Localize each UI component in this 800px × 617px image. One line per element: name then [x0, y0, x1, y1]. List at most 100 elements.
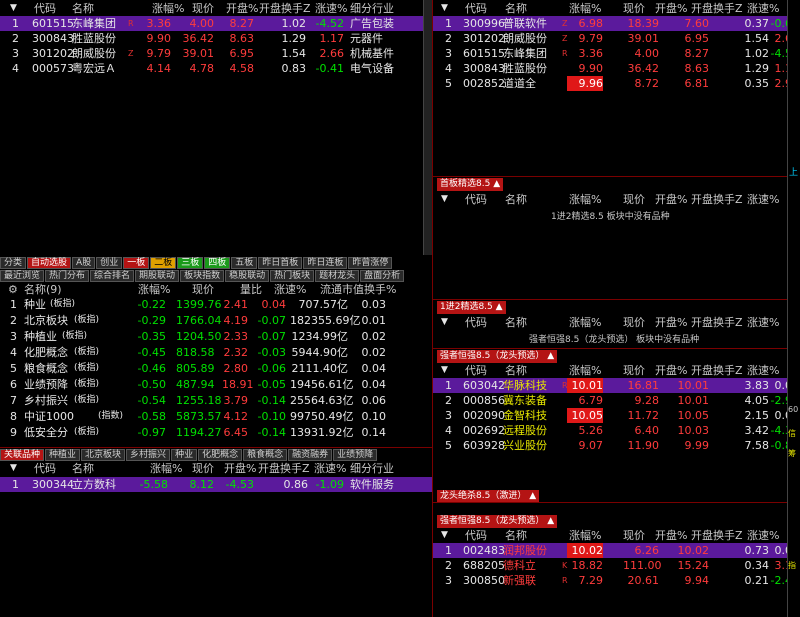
col-turn[interactable]: 换手%: [364, 282, 396, 297]
sector-name[interactable]: 化肥概念: [24, 345, 68, 360]
section-title-one-two[interactable]: 1进2精选8.5 ▲: [437, 301, 506, 314]
tab-item[interactable]: 热门板块: [270, 270, 315, 282]
table-row[interactable]: 1002483润邦股份10.026.2610.020.730.00: [433, 543, 787, 558]
table-row[interactable]: 4 化肥概念 (板指) -0.45 818.58 2.32 -0.03 5944.90亿 0.0…: [0, 345, 432, 360]
table-row[interactable]: 1300996普联软件Z6.9818.397.600.37-0.64: [433, 16, 787, 31]
tab-item[interactable]: 三板: [177, 257, 204, 269]
col-price[interactable]: 现价: [192, 1, 214, 16]
sort-triangle-icon[interactable]: ▼: [441, 315, 448, 330]
tab-item[interactable]: 种植业: [45, 449, 81, 461]
col-chg[interactable]: 涨幅%: [152, 1, 184, 16]
col-price[interactable]: 现价: [192, 282, 214, 297]
tab-item[interactable]: 分类: [0, 257, 27, 269]
col-code[interactable]: 代码: [465, 528, 487, 543]
stock-code[interactable]: 603042: [463, 378, 505, 393]
stock-code[interactable]: 000856: [463, 393, 505, 408]
stock-name[interactable]: 润邦股份: [503, 543, 547, 558]
table-row[interactable]: 3 种植业 (板指) -0.35 1204.50 2.33 -0.07 1234.99亿 0.0…: [0, 329, 432, 344]
col-name[interactable]: 名称: [505, 363, 527, 378]
col-price[interactable]: 现价: [623, 528, 645, 543]
col-open[interactable]: 开盘%: [655, 192, 687, 207]
table-row[interactable]: 3601515东峰集团R3.364.008.271.02-4.52: [433, 46, 787, 61]
stock-code[interactable]: 300344: [32, 477, 74, 492]
col-code[interactable]: 代码: [34, 461, 56, 476]
tab-item[interactable]: 创业: [96, 257, 123, 269]
gear-icon[interactable]: ⚙: [8, 282, 18, 297]
scrollbar[interactable]: [423, 0, 432, 255]
col-open[interactable]: 开盘%: [655, 528, 687, 543]
tab-item[interactable]: 期股联动: [135, 270, 180, 282]
sort-triangle-icon[interactable]: ▼: [10, 1, 17, 16]
table-row[interactable]: 6 业绩预降 (板指) -0.50 487.94 18.91 -0.05 19456.61亿 0…: [0, 377, 432, 392]
col-chg[interactable]: 涨幅%: [569, 1, 601, 16]
tab-item[interactable]: 最近浏览: [0, 270, 45, 282]
col-chg[interactable]: 涨幅%: [569, 192, 601, 207]
stock-name[interactable]: 新强联: [503, 573, 536, 588]
stock-name[interactable]: 冀东装备: [503, 393, 547, 408]
table-row[interactable]: 4002692远程股份5.266.4010.033.42-4.32: [433, 423, 787, 438]
tab-item[interactable]: 化肥概念: [198, 449, 243, 461]
table-row[interactable]: 2 300843 胜蓝股份 9.90 36.42 8.63 1.29 1.17 元器件: [0, 31, 432, 46]
sort-triangle-icon[interactable]: ▼: [441, 1, 448, 16]
col-speed[interactable]: 涨速%: [747, 315, 779, 330]
col-speed[interactable]: 涨速%: [747, 363, 779, 378]
stock-code[interactable]: 300850: [463, 573, 505, 588]
tab-item[interactable]: 盘面分析: [360, 270, 405, 282]
col-price[interactable]: 现价: [623, 1, 645, 16]
col-code[interactable]: 代码: [465, 363, 487, 378]
stock-name[interactable]: 东峰集团: [72, 16, 116, 31]
col-cap[interactable]: 流通市值: [320, 282, 364, 297]
sort-triangle-icon[interactable]: ▼: [441, 363, 448, 378]
stock-code[interactable]: 603928: [463, 438, 505, 453]
table-row[interactable]: 3300850新强联R7.2920.619.940.21-2.48: [433, 573, 787, 588]
col-turn[interactable]: 开盘换手Z: [691, 315, 743, 330]
col-chg[interactable]: 涨幅%: [569, 315, 601, 330]
sort-triangle-icon[interactable]: ▼: [441, 192, 448, 207]
col-turn[interactable]: 开盘换手Z: [691, 363, 743, 378]
tab-item[interactable]: 种业: [171, 449, 198, 461]
table-row[interactable]: 4300843胜蓝股份9.9036.428.631.291.17: [433, 61, 787, 76]
col-industry[interactable]: 细分行业: [350, 1, 394, 16]
section-title-strong[interactable]: 强者恒强8.5（龙头预选） ▲: [437, 350, 558, 363]
stock-name[interactable]: 胜蓝股份: [72, 31, 116, 46]
col-speed[interactable]: 涨速%: [747, 1, 779, 16]
col-open[interactable]: 开盘%: [655, 1, 687, 16]
table-row[interactable]: 2 北京板块 (板指) -0.29 1766.04 4.19 -0.07 182355.69亿…: [0, 313, 432, 328]
stock-name[interactable]: 远程股份: [503, 423, 547, 438]
section-title-first-board[interactable]: 首板精选8.5 ▲: [437, 178, 504, 191]
tab-item[interactable]: 一板: [123, 257, 150, 269]
col-turn[interactable]: 开盘换手Z: [691, 1, 743, 16]
col-chg[interactable]: 涨幅%: [569, 528, 601, 543]
tab-item[interactable]: 融资融券: [288, 449, 333, 461]
table-row[interactable]: 2688205德科立K18.82111.0015.240.343.18: [433, 558, 787, 573]
col-name[interactable]: 名称: [72, 1, 94, 16]
stock-code[interactable]: 002852: [463, 76, 505, 91]
tab-item[interactable]: A股: [72, 257, 96, 269]
col-code[interactable]: 代码: [465, 192, 487, 207]
sector-name[interactable]: 种植业: [24, 329, 57, 344]
col-chg[interactable]: 涨幅%: [569, 363, 601, 378]
col-price[interactable]: 现价: [623, 315, 645, 330]
col-name[interactable]: 名称: [505, 192, 527, 207]
stock-name[interactable]: 兴业股份: [503, 438, 547, 453]
stock-code[interactable]: 300843: [32, 31, 74, 46]
col-speed[interactable]: 涨速%: [315, 1, 347, 16]
tab-item[interactable]: 昨日连板: [303, 257, 348, 269]
col-speed[interactable]: 涨速%: [747, 528, 779, 543]
stock-code[interactable]: 000573: [32, 61, 74, 76]
tab-item[interactable]: 粮食概念: [243, 449, 288, 461]
table-row[interactable]: 1 601515 东峰集团 R 3.36 4.00 8.27 1.02 -4.52 广告包装: [0, 16, 432, 31]
stock-code[interactable]: 301202: [32, 46, 74, 61]
sector-name[interactable]: 粮食概念: [24, 361, 68, 376]
col-speed[interactable]: 涨速%: [314, 461, 346, 476]
col-name[interactable]: 名称: [505, 1, 527, 16]
stock-name[interactable]: 朗威股份: [503, 31, 547, 46]
tab-item[interactable]: 综合排名: [90, 270, 135, 282]
sort-triangle-icon[interactable]: ▼: [441, 528, 448, 543]
col-name[interactable]: 名称: [72, 461, 94, 476]
stock-code[interactable]: 300996: [463, 16, 505, 31]
stock-code[interactable]: 601515: [463, 46, 505, 61]
section-title-dragon[interactable]: 强者恒强8.5（龙头预选） ▲: [437, 515, 558, 528]
table-row[interactable]: 2000856冀东装备6.799.2810.014.05-2.92: [433, 393, 787, 408]
stock-code[interactable]: 002090: [463, 408, 505, 423]
